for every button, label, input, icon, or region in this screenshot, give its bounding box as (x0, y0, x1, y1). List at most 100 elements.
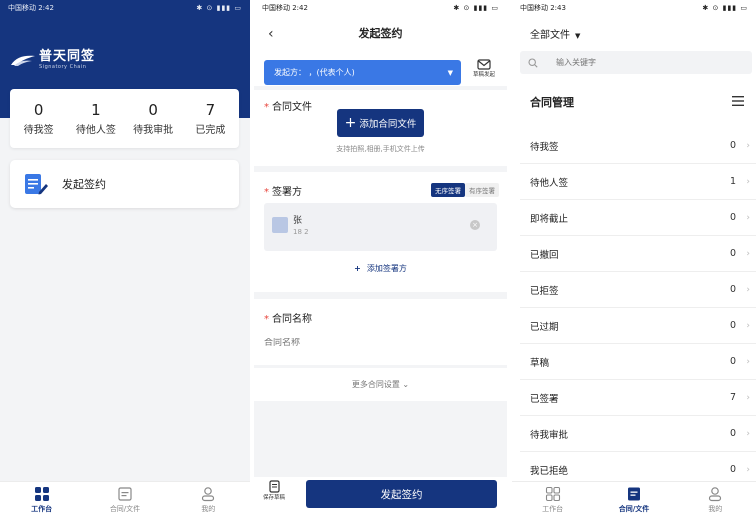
save-draft-label: 保存草稿 (263, 495, 286, 501)
tab-workbench[interactable]: 工作台 (512, 482, 593, 517)
tab-label: 合同/文件 (618, 504, 650, 513)
carrier-time: 中国移动 2:42 (8, 4, 54, 12)
back-icon[interactable]: ‹ (268, 26, 274, 42)
list-item-signed[interactable]: 已签署 7 › (520, 380, 756, 416)
list-item-drafts[interactable]: 草稿 0 › (520, 344, 756, 380)
row-count: 0 (729, 356, 736, 367)
contract-name-section: * 合同名称 (254, 299, 507, 365)
sign-document-icon (25, 174, 48, 195)
stat-count: 7 (205, 101, 216, 119)
chevron-right-icon: › (746, 320, 750, 331)
caret-down-icon: ▼ (575, 32, 581, 40)
save-draft-button[interactable]: 保存草稿 (263, 480, 285, 501)
carrier-time: 中国移动 2:42 (262, 4, 308, 12)
status-bar: 中国移动 2:42 ✱ ⊙ ▮▮▮ ▭ (254, 0, 507, 16)
more-contract-settings[interactable]: 更多合同设置 ⌄ (254, 368, 507, 401)
required-mark: * (264, 102, 269, 113)
stat-label: 待我签 (23, 125, 54, 136)
chevron-right-icon: › (746, 464, 750, 475)
chevron-right-icon: › (746, 392, 750, 403)
add-signer-label: 添加签署方 (366, 264, 407, 273)
search-icon (528, 57, 538, 68)
bottom-tab-bar: 工作台 合同/文件 我的 (512, 481, 756, 517)
avatar (272, 217, 288, 233)
list-item-expired[interactable]: 已过期 0 › (520, 308, 756, 344)
logo-subtitle: Signatory Chain (39, 64, 87, 70)
grid-icon (545, 486, 560, 501)
signer-card[interactable]: 张 18 2 × (264, 203, 497, 251)
tab-label: 合同/文件 (109, 504, 141, 513)
row-count: 0 (729, 140, 736, 151)
contract-files-screen: 中国移动 2:43 ✱ ⊙ ▮▮▮ ▭ 全部文件 ▼ 合同管理 待我签 0 › 待他人… (512, 0, 756, 517)
status-icons: ✱ ⊙ ▮▮▮ ▭ (702, 4, 748, 12)
list-item-pending-me[interactable]: 待我签 0 › (520, 128, 756, 164)
tab-label: 我的 (201, 504, 216, 513)
list-item-expiring[interactable]: 即将截止 0 › (520, 200, 756, 236)
contract-status-list: 待我签 0 › 待他人签 1 › 即将截止 0 › 已撤回 0 › 已拒签 0 › 已过期 0 › 草稿… (520, 128, 756, 488)
status-bar: 中国移动 2:42 ✱ ⊙ ▮▮▮ ▭ (0, 0, 250, 16)
signer-name: 张 (293, 216, 303, 226)
contract-name-input[interactable] (264, 338, 464, 348)
workbench-screen: 中国移动 2:42 ✱ ⊙ ▮▮▮ ▭ 普天同签 Signatory Chain… (0, 0, 250, 517)
section-label: * 签署方 (264, 183, 302, 198)
row-count: 0 (729, 428, 736, 439)
list-item-pending-others[interactable]: 待他人签 1 › (520, 164, 756, 200)
row-label: 待他人签 (530, 177, 569, 189)
hamburger-menu-icon[interactable] (732, 96, 744, 106)
tab-workbench[interactable]: 工作台 (0, 482, 83, 517)
stat-pending-others[interactable]: 1 待他人签 (67, 89, 124, 148)
bottom-tab-bar: 工作台 合同/文件 我的 (0, 481, 250, 517)
search-bar[interactable] (520, 51, 752, 74)
contract-file-label: 合同文件 (272, 102, 312, 113)
stat-pending-me[interactable]: 0 待我签 (10, 89, 67, 148)
tab-label: 工作台 (542, 504, 564, 513)
file-filter-label: 全部文件 (530, 30, 570, 41)
list-item-pending-approval[interactable]: 待我审批 0 › (520, 416, 756, 452)
logo-title: 普天同签 (39, 49, 96, 64)
chevron-right-icon: › (746, 284, 750, 295)
signer-phone: 18 2 (293, 228, 309, 236)
file-filter-dropdown[interactable]: 全部文件 ▼ (530, 26, 580, 41)
plus-icon: + (344, 115, 357, 131)
submit-signing-button[interactable]: 发起签约 (306, 480, 497, 508)
logo-wing-icon (11, 55, 35, 66)
section-label: * 合同文件 (264, 98, 312, 113)
list-item-rejected[interactable]: 已拒签 0 › (520, 272, 756, 308)
tab-contracts[interactable]: 合同/文件 (83, 482, 166, 517)
ordered-signing-option[interactable]: 有序签署 (465, 183, 499, 197)
chevron-right-icon: › (746, 248, 750, 259)
add-signer-button[interactable]: + 添加签署方 (254, 263, 507, 274)
row-count: 7 (729, 392, 736, 403)
row-label: 我已拒绝 (530, 465, 569, 477)
remove-signer-icon[interactable]: × (470, 220, 480, 230)
required-mark: * (264, 187, 269, 198)
page-title: 发起签约 (358, 27, 403, 40)
app-logo: 普天同签 Signatory Chain (10, 50, 95, 70)
list-item-withdrawn[interactable]: 已撤回 0 › (520, 236, 756, 272)
add-contract-file-button[interactable]: + 添加合同文件 (337, 109, 424, 137)
tab-mine[interactable]: 我的 (167, 482, 250, 517)
save-draft-icon (268, 480, 280, 493)
contract-name-label: 合同名称 (272, 314, 312, 325)
row-count: 0 (729, 212, 736, 223)
search-input[interactable] (556, 58, 706, 67)
chevron-right-icon: › (746, 212, 750, 223)
contract-file-section: * 合同文件 + 添加合同文件 支持拍照,相册,手机文件上传 (254, 90, 507, 166)
initiator-select[interactable]: 发起方： ，(代表个人) ▼ (264, 60, 461, 85)
bottom-action-bar: 保存草稿 发起签约 (254, 477, 507, 517)
initiate-signing-card[interactable]: 发起签约 (10, 160, 239, 208)
stat-label: 待我审批 (133, 125, 174, 136)
draft-initiate-button[interactable]: 草稿发起 (471, 59, 497, 78)
section-label: * 合同名称 (264, 310, 312, 325)
add-file-label: 添加合同文件 (359, 119, 417, 130)
stats-card: 0 待我签 1 待他人签 0 待我审批 7 已完成 (10, 89, 239, 148)
unordered-signing-option[interactable]: 无序签署 (431, 183, 465, 197)
draft-initiate-label: 草稿发起 (472, 72, 495, 78)
tab-mine[interactable]: 我的 (675, 482, 756, 517)
initiator-value: 发起方： ，(代表个人) (274, 68, 355, 77)
required-mark: * (264, 314, 269, 325)
tab-contracts[interactable]: 合同/文件 (593, 482, 674, 517)
stat-count: 0 (33, 101, 44, 119)
stat-pending-approval[interactable]: 0 待我审批 (125, 89, 182, 148)
stat-completed[interactable]: 7 已完成 (182, 89, 239, 148)
